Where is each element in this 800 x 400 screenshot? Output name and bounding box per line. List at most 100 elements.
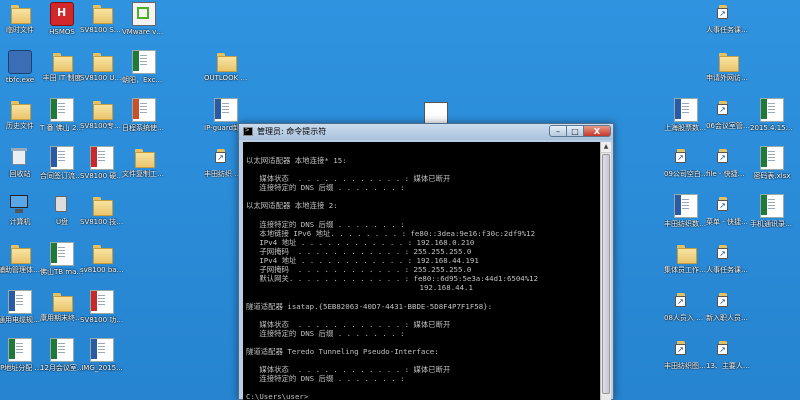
folder-icon [9, 98, 31, 120]
file-password-table-xlsx[interactable]: 密码表.xlsx [750, 146, 794, 180]
vmware-icon [132, 2, 156, 26]
text-document-icon [674, 98, 698, 122]
folder-sv8100-training[interactable]: SV8100 技术 培训（系统... [80, 194, 124, 226]
file-schedule-guide-ppt[interactable]: 日程系统使 用指南.ppt [122, 98, 166, 132]
file-img-2015[interactable]: IMG_2015... [80, 338, 124, 372]
folder-shortcut-icon [717, 98, 739, 120]
folder-toyota-it-rules[interactable]: 丰田 IT 制度 [40, 50, 84, 82]
file-shanghai-stock[interactable]: 上海股票数 据方法.txt [664, 98, 708, 132]
file-foshan-cal[interactable]: T 番 佛山 2015 CAL... [40, 98, 84, 132]
maximize-button[interactable]: □ [566, 125, 584, 137]
folder-icon [133, 146, 155, 168]
folder-icon [91, 98, 113, 120]
folder-icon [717, 50, 739, 72]
file-ip-allocation-xlsx[interactable]: IP地址分配 计算表.xlsx [0, 338, 42, 372]
file-cable-spec-doc[interactable]: 通用电缆规 _v1.1_I.doc [0, 290, 42, 324]
computer-icon [9, 194, 31, 216]
icon-label: OUTLOOK 与日程整... [204, 74, 248, 82]
file-tbfc-internal-2015[interactable]: 2015.4.15 TBFC内部... [750, 98, 794, 132]
pdf-document-icon [90, 146, 114, 170]
folder-icon [9, 242, 31, 264]
folder-sv8100-user-manual[interactable]: SV8100 User M... [80, 50, 124, 82]
folder-sv8100-phone-usage[interactable]: SV8100专用 电话机使... [80, 98, 124, 130]
icon-label: 菜单 - 快捷 方式 [706, 218, 750, 226]
image-file-icon [90, 338, 114, 362]
hsmos-app-icon [50, 2, 74, 26]
scrollbar-thumb[interactable] [602, 154, 610, 394]
shortcut-new-employee-list[interactable]: 新入职人员 明细表 - ... [706, 290, 750, 322]
folder-icon [91, 50, 113, 72]
app-hsmos[interactable]: HSMOS [40, 2, 84, 36]
excel-document-icon [50, 338, 74, 362]
folder-internet-access-request[interactable]: 申请外网访 问权限 [706, 50, 750, 82]
recycle-bin[interactable]: 回收站 [0, 146, 42, 178]
icon-label: T 番 佛山 2015 CAL... [40, 124, 84, 132]
icon-label: 丰田纺织数 码相机操作... [664, 220, 708, 228]
file-foshan-mailist[interactable]: 佛山TB mailist_2... [40, 242, 84, 276]
icon-label: 申请外网访 问权限 [706, 74, 750, 82]
app-vmware-vsphere[interactable]: VMware vSphere C... [122, 2, 166, 36]
icon-label: 日程系统使 用指南.ppt [122, 124, 166, 132]
icon-label: 佛山TB mailist_2... [40, 268, 84, 276]
folder-icon [9, 2, 31, 24]
scroll-up-arrow-icon[interactable]: ▲ [601, 142, 611, 153]
folder-aux-management[interactable]: 辅助管理体 制の改善... [0, 242, 42, 274]
command-prompt-window[interactable]: 管理员: 命令提示符 – □ X 以太网适配器 本地连接* 15: 媒体状态 .… [238, 123, 614, 400]
file-camera-operation[interactable]: 丰田纺织数 码相机操作... [664, 194, 708, 228]
file-phone-directory[interactable]: 手机通讯录 2011.8.6... [750, 194, 794, 228]
file-sv8100-hardware-manual[interactable]: SV8100 硬件 手册.pdf [80, 146, 124, 180]
icon-label: 合同签订流 程文件（绿... [40, 172, 84, 180]
icon-label: 朝阳，Excel VBA网关... [122, 76, 166, 84]
usb-drive-icon [51, 194, 73, 216]
folder-sv8100-basic-course[interactable]: sv8100 basic cour... [80, 242, 124, 274]
file-contract-process[interactable]: 合同签订流 程文件（绿... [40, 146, 84, 180]
icon-label: SV8100 功能 与编程手册... [80, 316, 124, 324]
folder-temp-files[interactable]: 临时文件 [0, 2, 42, 34]
icon-label: 人事任务课 - 快捷方式 [706, 266, 750, 274]
folder-file-copy-tool[interactable]: 文件复制工 具2013.1... [122, 146, 166, 178]
shortcut-hr-task[interactable]: 人事任务课 - 快捷方式 [706, 242, 750, 274]
console-output-area[interactable]: 以太网适配器 本地连接* 15: 媒体状态 . . . . . . . . . … [243, 142, 600, 400]
icon-label: 康用期末终 发资料... [40, 314, 84, 322]
shortcut-toyota-pictures[interactable]: 丰田纺织图 片 - 快捷... [664, 338, 708, 370]
folder-staff-handover[interactable]: 集体员工作 交接用 [664, 242, 708, 274]
file-excel-vba[interactable]: 朝阳，Excel VBA网关... [122, 50, 166, 84]
shortcut-staff-onboarding[interactable]: 08人员入 职、离职... [664, 290, 708, 322]
cmd-app-icon[interactable] [243, 126, 253, 136]
vertical-scrollbar[interactable]: ▲ [600, 142, 611, 400]
minimize-button[interactable]: – [549, 125, 567, 137]
file-sv8100-function-manual[interactable]: SV8100 功能 与编程手册... [80, 290, 124, 324]
folder-outlook-schedule[interactable]: OUTLOOK 与日程整... [204, 50, 248, 82]
icon-label: HSMOS [49, 28, 75, 36]
folder-shortcut-icon [717, 290, 739, 312]
folder-term-end-materials[interactable]: 康用期末终 发资料... [40, 290, 84, 322]
word-document-icon [8, 290, 32, 314]
document-icon [214, 98, 238, 122]
shortcut-key-staff-onboarding[interactable]: 13、主要人 员入职离... [706, 338, 750, 370]
window-titlebar[interactable]: 管理员: 命令提示符 – □ X [239, 124, 613, 140]
folder-usb[interactable]: U盘 [40, 194, 84, 226]
shortcut-blank-forms[interactable]: 09公司空白 表格 - 快... [664, 146, 708, 178]
icon-label: 丰田纺织图 片 - 快捷... [664, 362, 708, 370]
console-text: 以太网适配器 本地连接* 15: 媒体状态 . . . . . . . . . … [246, 156, 539, 400]
document-icon [674, 194, 698, 218]
icon-label: IMG_2015... [81, 364, 123, 372]
pdf-document-icon [90, 290, 114, 314]
computer[interactable]: 计算机 [0, 194, 42, 226]
shortcut-meeting-room-mgmt[interactable]: 06会议室管 理 - 快捷方... [706, 98, 750, 130]
excel-document-icon [760, 98, 784, 122]
exe-icon [8, 50, 32, 74]
file-meeting-room-booking[interactable]: 12月会议室 预约表.xlsm [40, 338, 84, 372]
file-tbfc-exe[interactable]: tbfc.exe [0, 50, 42, 84]
folder-icon [51, 50, 73, 72]
icon-label: 密码表.xlsx [753, 172, 791, 180]
folder-sv8100-system-manual[interactable]: SV8100 System M... [80, 2, 124, 34]
shortcut-file[interactable]: file - 快捷方 式 [706, 146, 750, 178]
excel-document-icon [760, 146, 784, 170]
shortcut-menu[interactable]: 菜单 - 快捷 方式 [706, 194, 750, 226]
folder-history-files[interactable]: 历史文件 [0, 98, 42, 130]
shortcut-hr-task-2[interactable]: 人事任务课 - 快捷方式 (2) [706, 2, 750, 34]
icon-label: file - 快捷方 式 [706, 170, 750, 178]
icon-label: 人事任务课 - 快捷方式 (2) [706, 26, 750, 34]
close-button[interactable]: X [583, 125, 611, 137]
